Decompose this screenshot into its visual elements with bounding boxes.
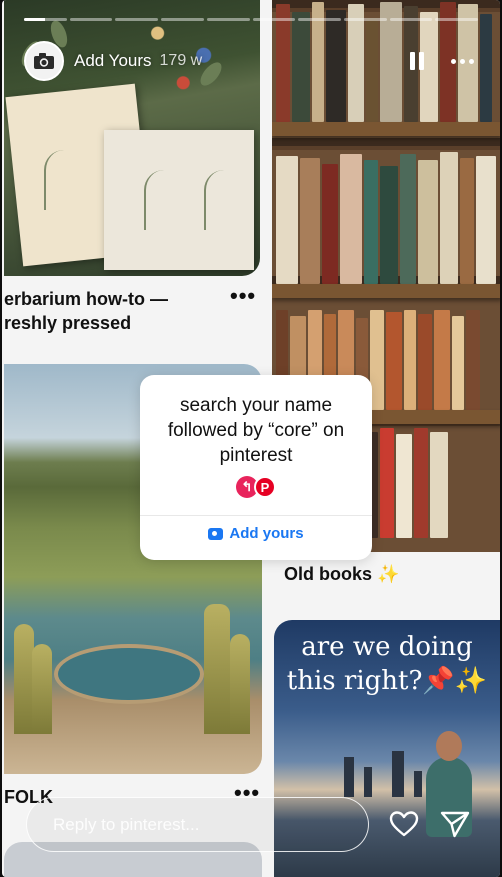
send-icon[interactable] (439, 808, 471, 840)
heart-icon[interactable] (388, 808, 420, 840)
pin-more-herbarium[interactable]: ••• (230, 283, 256, 309)
progress-segment (161, 18, 204, 21)
sticker-participants: ↰ P (140, 476, 372, 498)
progress-segment (206, 18, 250, 21)
story-progress (24, 18, 479, 21)
progress-segment (298, 18, 341, 21)
pinterest-icon: P (254, 476, 276, 498)
add-yours-button[interactable]: Add yours (140, 525, 372, 542)
story-viewer: erbarium how-to — reshly pressed ••• Old… (2, 0, 500, 877)
add-yours-label: Add yours (229, 525, 304, 542)
progress-segment (69, 18, 113, 21)
progress-segment (389, 18, 433, 21)
pause-icon[interactable] (402, 46, 432, 76)
pin-overlay-text: are we doing this right?📌✨ (286, 632, 488, 696)
story-header: Add Yours 179 w (24, 40, 478, 82)
pin-caption-old-books: Old books ✨ (284, 564, 400, 584)
progress-segment (343, 18, 387, 21)
more-icon[interactable] (446, 46, 478, 76)
progress-segment (252, 18, 296, 21)
sticker-prompt: search your name followed by “core” on p… (167, 395, 345, 466)
pin-caption-herbarium: erbarium how-to — reshly pressed (4, 289, 169, 333)
camera-small-icon (208, 527, 224, 540)
add-yours-sticker[interactable]: search your name followed by “core” on p… (140, 375, 372, 560)
camera-icon[interactable] (24, 41, 64, 81)
story-title[interactable]: Add Yours (74, 51, 152, 71)
progress-segment (435, 18, 479, 21)
progress-segment (115, 18, 159, 21)
reply-input[interactable]: Reply to pinterest... (26, 797, 369, 852)
progress-segment (24, 18, 67, 21)
sticker-divider (140, 515, 372, 516)
story-age: 179 w (159, 52, 203, 69)
